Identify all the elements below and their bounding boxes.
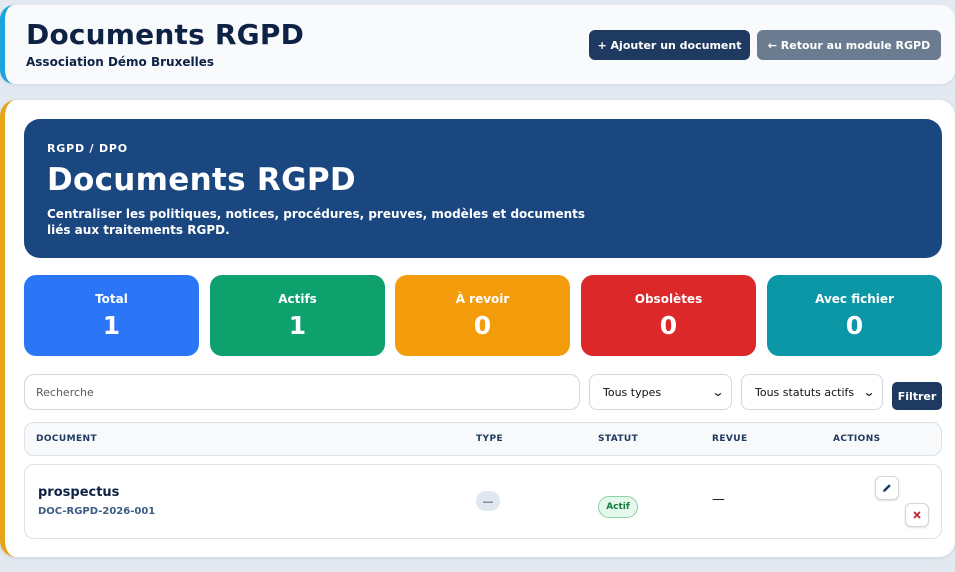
- search-input[interactable]: [24, 374, 580, 410]
- stat-label: Total: [95, 292, 128, 306]
- edit-button[interactable]: [875, 476, 899, 500]
- status-badge: Actif: [598, 496, 638, 518]
- add-document-button[interactable]: + Ajouter un document: [589, 30, 750, 60]
- stat-value: 0: [473, 311, 492, 340]
- stat-value: 1: [288, 311, 307, 340]
- stat-label: À revoir: [455, 292, 510, 306]
- chevron-down-icon: ⌄: [862, 385, 876, 399]
- close-icon: [913, 511, 921, 519]
- stat-value: 0: [845, 311, 864, 340]
- chevron-down-icon: ⌄: [711, 385, 725, 399]
- stat-label: Obsolètes: [634, 292, 703, 306]
- stat-label: Avec fichier: [815, 292, 894, 306]
- stat-total: Total 1: [24, 275, 199, 356]
- document-reference: DOC-RGPD-2026-001: [38, 506, 156, 517]
- table-row: prospectus DOC-RGPD-2026-001 — Actif —: [24, 464, 942, 539]
- stat-with-file: Avec fichier 0: [767, 275, 942, 356]
- hero-banner: RGPD / DPO Documents RGPD Centraliser le…: [24, 119, 942, 258]
- stat-to-review: À revoir 0: [395, 275, 570, 356]
- document-name[interactable]: prospectus: [38, 485, 119, 500]
- stat-obsolete: Obsolètes 0: [581, 275, 756, 356]
- stat-value: 0: [659, 311, 678, 340]
- back-to-module-button[interactable]: ← Retour au module RGPD: [757, 30, 941, 60]
- table-header: DOCUMENT TYPE STATUT REVUE ACTIONS: [24, 422, 942, 456]
- organization-name: Association Démo Bruxelles: [26, 55, 214, 69]
- column-header-status: STATUT: [598, 434, 639, 444]
- review-date: —: [712, 492, 725, 507]
- delete-button[interactable]: [905, 503, 929, 527]
- stat-value: 1: [102, 311, 121, 340]
- stat-label: Actifs: [278, 292, 317, 306]
- hero-kicker: RGPD / DPO: [47, 142, 128, 155]
- column-header-actions: ACTIONS: [833, 434, 881, 444]
- filter-button[interactable]: Filtrer: [892, 382, 942, 410]
- status-select[interactable]: Tous statuts actifs ⌄: [741, 374, 883, 410]
- page-title: Documents RGPD: [26, 18, 305, 51]
- status-select-value: Tous statuts actifs: [755, 385, 855, 399]
- column-header-type: TYPE: [476, 434, 504, 444]
- stat-active: Actifs 1: [210, 275, 385, 356]
- type-badge: —: [476, 491, 500, 511]
- hero-description: Centraliser les politiques, notices, pro…: [47, 207, 586, 237]
- type-select[interactable]: Tous types ⌄: [589, 374, 732, 410]
- type-select-value: Tous types: [603, 385, 662, 399]
- pencil-icon: [883, 484, 891, 492]
- hero-title: Documents RGPD: [47, 162, 356, 198]
- column-header-document: DOCUMENT: [36, 434, 98, 444]
- column-header-review: REVUE: [712, 434, 748, 444]
